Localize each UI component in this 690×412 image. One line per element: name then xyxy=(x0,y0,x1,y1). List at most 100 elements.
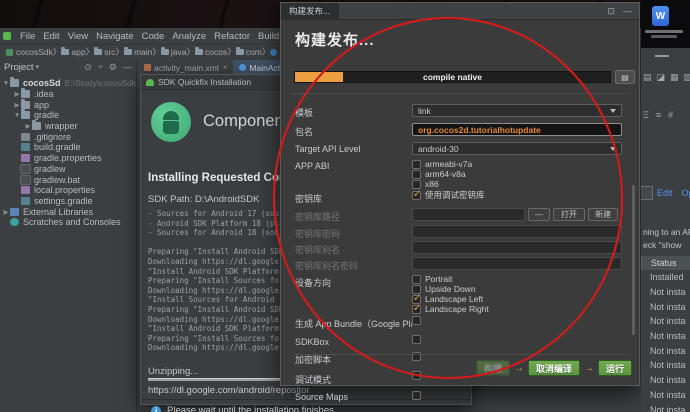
file-icon xyxy=(21,186,30,195)
toolbar-icon[interactable]: ▧ xyxy=(684,72,690,83)
tree-item-gradlew[interactable]: gradlew xyxy=(0,163,136,175)
build-button[interactable]: 构建 xyxy=(475,360,510,376)
new-button[interactable]: 新建 xyxy=(588,208,618,221)
float-window-icon[interactable]: ⊡ xyxy=(607,6,615,17)
checkbox[interactable] xyxy=(412,159,421,169)
breadcrumb-item[interactable]: java xyxy=(160,47,186,57)
tree-item--gitignore[interactable]: .gitignore xyxy=(0,131,136,142)
editor-tab[interactable]: activity_main.xml × xyxy=(138,60,233,75)
checkbox[interactable] xyxy=(412,303,421,314)
checkbox[interactable] xyxy=(412,189,421,200)
tree-item-label: .idea xyxy=(34,89,54,100)
link-edit[interactable]: Edit xyxy=(657,188,673,198)
run-button[interactable]: 运行 xyxy=(597,360,632,376)
tree-arrow-icon[interactable]: ▼ xyxy=(2,80,10,87)
close-icon[interactable]: × xyxy=(223,63,228,72)
field-label: 密钥库 xyxy=(295,194,323,204)
tree-item-build-gradle[interactable]: build.gradle xyxy=(0,142,136,153)
target-icon[interactable]: ⊙ xyxy=(84,62,92,73)
project-path: E:\Study\cocosSdk xyxy=(64,78,136,89)
breadcrumb-item[interactable]: app xyxy=(61,47,86,57)
toolbar-icon[interactable]: ▦ xyxy=(670,72,679,83)
browse-button[interactable]: — xyxy=(528,208,550,221)
checkbox[interactable] xyxy=(412,179,421,189)
status-cell: Not insta xyxy=(650,360,686,371)
checkbox[interactable] xyxy=(412,274,421,284)
open-log-button[interactable]: ▤ xyxy=(615,70,635,84)
gear-icon[interactable]: ⚙ xyxy=(109,62,117,73)
tree-arrow-icon[interactable]: ▶ xyxy=(13,90,21,98)
checkbox[interactable] xyxy=(412,169,421,179)
breadcrumb-item[interactable]: com xyxy=(235,47,262,57)
text-input[interactable] xyxy=(412,123,622,136)
cancel-compile-button[interactable]: 取消编译 xyxy=(527,360,580,376)
tree-item-gradle-properties[interactable]: gradle.properties xyxy=(0,153,136,164)
tree-item-label: gradlew.bat xyxy=(34,174,81,185)
build-dialog-tabbar: 构建发布... ⊡ — xyxy=(281,2,639,20)
document-app-icon[interactable]: W xyxy=(652,6,669,26)
hide-window-icon[interactable]: — xyxy=(623,6,632,17)
toolbar-icon[interactable]: # xyxy=(668,110,673,120)
checkbox[interactable] xyxy=(412,351,421,361)
tree-item--idea[interactable]: ▶ .idea xyxy=(0,88,136,100)
tree-item-label: Scratches and Consoles xyxy=(23,217,121,228)
tree-item-label: build.gradle xyxy=(34,142,81,153)
collapse-handle[interactable] xyxy=(655,55,669,57)
breadcrumb-separator: 〉 xyxy=(227,47,236,57)
scrollbar-thumb[interactable] xyxy=(632,185,635,335)
toolbar-icon[interactable]: Ξ xyxy=(643,110,649,120)
toolbar-icon[interactable]: ▤ xyxy=(643,72,652,83)
tree-arrow-icon[interactable]: ▶ xyxy=(2,208,10,216)
split-icon[interactable]: ÷ xyxy=(98,62,103,72)
right-strip: W ▤ ◪ ▦ ▧ Ξ ≡ # Edit Opt ning to an API eck "sh… xyxy=(641,0,690,412)
tree-item-local-properties[interactable]: local.properties xyxy=(0,185,136,196)
tree-item-scratches-and-consoles[interactable]: Scratches and Consoles xyxy=(0,217,136,228)
breadcrumb-item[interactable]: main xyxy=(123,47,153,57)
menu-build[interactable]: Build xyxy=(254,31,283,42)
checkbox[interactable] xyxy=(412,335,421,344)
toolbar-icon[interactable]: ≡ xyxy=(656,110,661,120)
checkbox[interactable] xyxy=(412,371,421,380)
dropdown-Target API Level[interactable]: android-30 xyxy=(412,142,622,155)
checkbox[interactable] xyxy=(412,315,421,325)
breadcrumb-item[interactable]: src xyxy=(94,47,115,57)
build-dialog-tab[interactable]: 构建发布... xyxy=(281,2,340,20)
search-field-corner[interactable] xyxy=(641,186,653,200)
menu-file[interactable]: File xyxy=(16,31,39,42)
tree-item-wrapper[interactable]: ▶ wrapper xyxy=(0,120,136,132)
menu-navigate[interactable]: Navigate xyxy=(92,31,138,42)
checkbox[interactable] xyxy=(412,390,421,400)
screen: File Edit View Navigate Code Analyze Refactor B… xyxy=(0,0,690,412)
tree-item-gradle[interactable]: ▼ gradle xyxy=(0,109,136,121)
link-opt[interactable]: Opt xyxy=(682,188,690,198)
text-input[interactable] xyxy=(412,241,622,254)
toolbar-icon[interactable]: ◪ xyxy=(657,72,666,83)
tree-item-gradlew-bat[interactable]: gradlew.bat xyxy=(0,174,136,185)
text-input[interactable] xyxy=(412,257,622,270)
menu-refactor[interactable]: Refactor xyxy=(210,31,254,42)
dropdown-value: link xyxy=(418,105,431,116)
menu-code[interactable]: Code xyxy=(138,31,169,42)
breadcrumb-item[interactable]: cocos xyxy=(195,47,227,57)
breadcrumb-label: main xyxy=(133,47,153,57)
tree-item-external-libraries[interactable]: ▶ External Libraries xyxy=(0,206,136,217)
text-input[interactable] xyxy=(412,225,622,238)
tree-arrow-icon[interactable]: ▶ xyxy=(13,101,21,109)
breadcrumb-item[interactable]: cocosSdk xyxy=(6,47,53,57)
tree-arrow-icon[interactable]: ▶ xyxy=(24,122,32,130)
tree-item-settings-gradle[interactable]: settings.gradle xyxy=(0,196,136,207)
breadcrumb-separator: 〉 xyxy=(186,47,195,57)
menu-view[interactable]: View xyxy=(64,31,92,42)
tree-item-cocossdk[interactable]: ▼ cocosSdk E:\Study\cocosSdk xyxy=(0,77,136,89)
menu-edit[interactable]: Edit xyxy=(39,31,63,42)
keystore-path-input[interactable] xyxy=(412,208,525,221)
menu-analyze[interactable]: Analyze xyxy=(168,31,210,42)
form-row: 密钥库别名 xyxy=(295,241,622,256)
dropdown-模板[interactable]: link xyxy=(412,104,622,117)
tree-item-label: gradle.properties xyxy=(34,153,102,164)
tree-arrow-icon[interactable]: ▼ xyxy=(13,112,21,119)
project-panel-title[interactable]: Project xyxy=(4,62,34,73)
open-button[interactable]: 打开 xyxy=(553,208,585,221)
breadcrumb-separator: 〉 xyxy=(152,47,161,57)
hide-panel-icon[interactable]: — xyxy=(123,62,132,72)
